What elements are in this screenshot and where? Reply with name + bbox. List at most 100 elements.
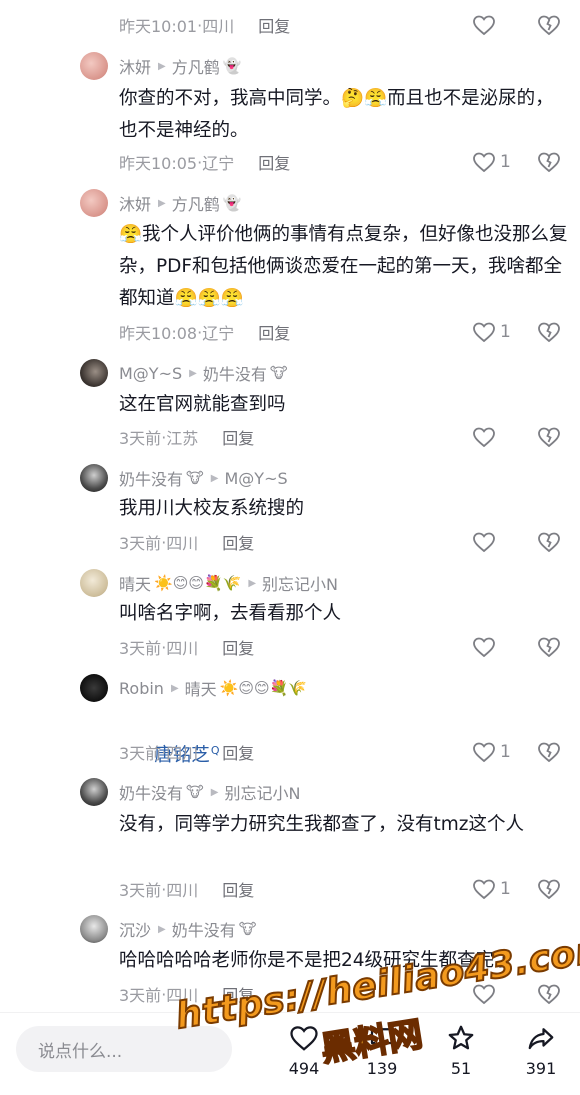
like-post-button[interactable]: 494 (274, 1019, 334, 1078)
reply-to-name[interactable]: 方凡鹤 (172, 54, 220, 78)
comment-location: 四川 (166, 639, 199, 658)
avatar[interactable] (80, 569, 108, 597)
author-name[interactable]: 沐妍 (119, 191, 151, 215)
comment-location: 四川 (166, 744, 199, 763)
dislike-icon[interactable] (537, 320, 561, 344)
like-button[interactable]: 1 (472, 876, 511, 902)
like-count: 1 (500, 152, 511, 172)
reply-to-name[interactable]: 晴天 (185, 676, 217, 700)
comment-meta: 3天前 · 四川 回复 (119, 740, 254, 764)
heart-icon (473, 532, 495, 553)
dislike-icon[interactable] (537, 740, 561, 764)
like-count: 1 (500, 879, 511, 899)
author-name[interactable]: 沐妍 (119, 54, 151, 78)
comment-header: 晴天 ☀️😊😊💐🌾 ▶ 别忘记小N (119, 572, 338, 594)
comment-location: 四川 (166, 534, 199, 553)
reply-arrow-icon: ▶ (210, 472, 219, 484)
reply-to-name[interactable]: 奶牛没有 (203, 361, 267, 385)
like-button[interactable]: 1 (472, 149, 511, 175)
avatar[interactable] (80, 674, 108, 702)
cow-icon: 🐮 (269, 364, 288, 382)
comment-meta: 昨天10:01 · 四川 回复 (119, 13, 290, 37)
comment-text: 你查的不对，我高中同学。🤔😤而且也不是泌尿的，也不是神经的。 (119, 88, 554, 141)
reply-button[interactable]: 回复 (258, 320, 290, 344)
reply-button[interactable]: 回复 (222, 740, 254, 764)
comment-time: 3天前 (119, 986, 162, 1005)
like-count: 1 (500, 322, 511, 342)
comment-meta: 昨天10:08 · 辽宁 回复 (119, 320, 290, 344)
reply-arrow-icon: ▶ (158, 197, 166, 209)
comment-total: 139 (366, 1059, 398, 1078)
avatar[interactable] (80, 359, 108, 387)
avatar[interactable] (80, 52, 108, 80)
heart-icon (473, 322, 495, 343)
comment-location: 辽宁 (202, 154, 235, 173)
avatar[interactable] (80, 915, 108, 943)
comment-header: 奶牛没有 🐮 ▶ M@Y~S (119, 466, 288, 490)
like-button[interactable] (472, 529, 496, 555)
reply-button[interactable]: 回复 (222, 530, 254, 554)
comment-location: 江苏 (166, 429, 199, 448)
reply-arrow-icon: ▶ (189, 367, 197, 379)
comment-location: 辽宁 (202, 324, 235, 343)
comment-time: 3天前 (119, 744, 162, 763)
comment-post-button[interactable]: 139 (352, 1019, 412, 1078)
like-button[interactable]: 1 (472, 739, 511, 765)
like-button[interactable] (472, 634, 496, 660)
author-name[interactable]: M@Y~S (119, 364, 182, 383)
dislike-icon[interactable] (537, 635, 561, 659)
reply-button[interactable]: 回复 (222, 982, 254, 1006)
avatar[interactable] (80, 464, 108, 492)
reply-to-name[interactable]: 别忘记小N (262, 571, 338, 595)
author-name[interactable]: 晴天 (119, 571, 151, 595)
dislike-icon[interactable] (537, 13, 561, 37)
reply-button[interactable]: 回复 (258, 13, 290, 37)
reply-button[interactable]: 回复 (258, 150, 290, 174)
avatar[interactable] (80, 778, 108, 806)
reply-to-name[interactable]: 别忘记小N (224, 780, 300, 804)
like-button[interactable] (472, 981, 496, 1007)
dislike-icon[interactable] (537, 877, 561, 901)
comment-input[interactable]: 说点什么... (16, 1026, 232, 1072)
reply-to-name[interactable]: 奶牛没有 (172, 917, 236, 941)
comment-header: 沐妍 ▶ 方凡鹤 👻 (119, 55, 241, 77)
author-name[interactable]: Robin (119, 679, 164, 698)
author-name[interactable]: 沉沙 (119, 917, 151, 941)
reply-button[interactable]: 回复 (222, 425, 254, 449)
comment-time: 昨天10:01 (119, 17, 198, 36)
author-name[interactable]: 奶牛没有 (119, 780, 183, 804)
comment-location: 四川 (202, 17, 235, 36)
favorite-total: 51 (450, 1059, 472, 1078)
favorite-button[interactable]: 51 (431, 1019, 491, 1078)
like-button[interactable] (472, 12, 496, 38)
reply-button[interactable]: 回复 (222, 635, 254, 659)
comment-time: 3天前 (119, 639, 162, 658)
sun-flower-icons: ☀️😊😊💐🌾 (219, 679, 307, 697)
bottom-action-bar: 说点什么... 494 139 51 391 (0, 1012, 580, 1083)
comment-text: 哈哈哈哈哈老师你是不是把24级研究生都查完了 (119, 950, 513, 971)
star-icon (448, 1025, 474, 1050)
comment-meta: 3天前 · 四川 回复 (119, 877, 254, 901)
avatar[interactable] (80, 189, 108, 217)
reply-arrow-icon: ▶ (170, 682, 179, 694)
heart-icon (473, 879, 495, 900)
reply-to-name[interactable]: M@Y~S (224, 469, 287, 488)
comment-header: Robin ▶ 晴天 ☀️😊😊💐🌾 (119, 676, 307, 700)
share-button[interactable]: 391 (511, 1019, 571, 1078)
comment-header: 沉沙 ▶ 奶牛没有 🐮 (119, 918, 257, 940)
author-name[interactable]: 奶牛没有 (119, 466, 183, 490)
like-button[interactable]: 1 (472, 319, 511, 345)
like-button[interactable] (472, 424, 496, 450)
comment-text: 我用川大校友系统搜的 (119, 498, 305, 519)
reply-to-name[interactable]: 方凡鹤 (172, 191, 220, 215)
dislike-icon[interactable] (537, 982, 561, 1006)
dislike-icon[interactable] (537, 530, 561, 554)
dislike-icon[interactable] (537, 150, 561, 174)
dislike-icon[interactable] (537, 425, 561, 449)
comment-header: 奶牛没有 🐮 ▶ 别忘记小N (119, 781, 300, 803)
comment-text: 😤我个人评价他俩的事情有点复杂，但好像也没那么复杂，PDF和包括他俩谈恋爱在一起… (119, 224, 568, 309)
heart-icon (473, 984, 495, 1005)
heart-icon (290, 1026, 318, 1051)
comment-text: 叫啥名字啊，去看看那个人 (119, 603, 342, 624)
reply-button[interactable]: 回复 (222, 877, 254, 901)
